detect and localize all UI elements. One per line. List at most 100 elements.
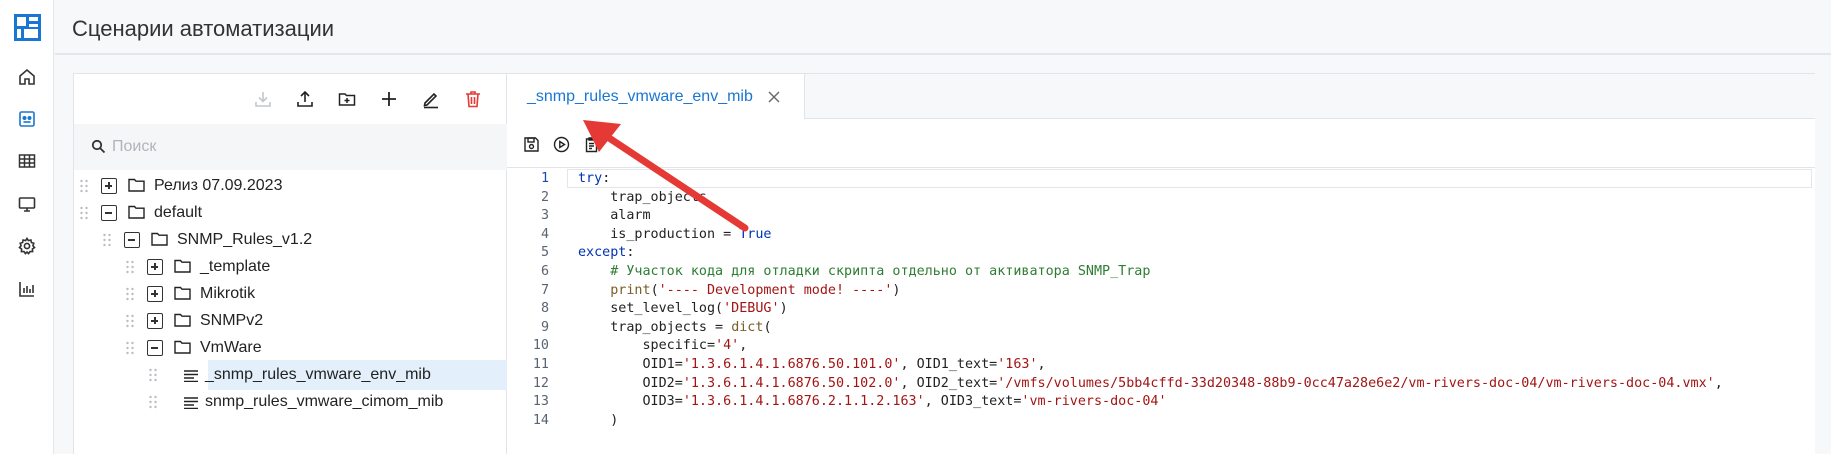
tree-item-label: snmp_rules_vmware_cimom_mib [205, 393, 444, 410]
expand-icon[interactable] [101, 178, 117, 194]
download-button[interactable] [250, 86, 276, 112]
page-header: Сценарии автоматизации [55, 0, 1831, 55]
tree-folder-item[interactable]: Релиз 07.09.2023 [74, 171, 507, 201]
folder-icon [174, 286, 191, 300]
close-icon[interactable] [767, 90, 781, 104]
drag-handle-icon[interactable] [79, 179, 89, 193]
drag-handle-icon[interactable] [148, 395, 158, 409]
delete-button[interactable] [460, 86, 486, 112]
code-text: ) [578, 412, 619, 428]
line-number: 3 [540, 208, 549, 224]
save-icon [523, 136, 539, 152]
folder-icon [128, 178, 145, 192]
run-button[interactable] [550, 133, 572, 155]
tree-folder-item[interactable]: _template [74, 252, 507, 282]
line-number: 8 [540, 301, 549, 317]
delete-icon [466, 91, 480, 108]
nav-settings[interactable] [13, 232, 41, 260]
line-number: 10 [532, 338, 549, 354]
tree-folder-item[interactable]: default [74, 198, 507, 228]
drag-handle-icon[interactable] [125, 314, 135, 328]
nav-scripts[interactable] [13, 105, 41, 133]
drag-handle-icon[interactable] [102, 233, 112, 247]
clipboard-icon [585, 136, 597, 152]
chart-icon [19, 282, 34, 297]
app-window: Сценарии автоматизации Поиск Релиз 07.09… [0, 0, 1831, 454]
file-icon [184, 369, 198, 383]
code-text: trap_objects [578, 189, 707, 205]
expand-icon[interactable] [147, 313, 163, 329]
home-icon [19, 68, 35, 85]
editor-tabbar: _snmp_rules_vmware_env_mib [507, 74, 1815, 120]
code-text: specific='4', [578, 338, 748, 354]
editor-tab-label: _snmp_rules_vmware_env_mib [527, 88, 753, 105]
tree-item-label: default [154, 204, 203, 221]
line-number: 1 [540, 171, 549, 186]
code-text: is_production = True [578, 226, 772, 242]
tree-folder-item[interactable]: SNMPv2 [74, 306, 507, 336]
line-number: 4 [540, 226, 549, 242]
tree-file-item[interactable]: _snmp_rules_vmware_env_mib [74, 360, 507, 390]
edit-button[interactable] [418, 86, 444, 112]
search-input[interactable] [112, 134, 492, 160]
collapse-icon[interactable] [147, 340, 163, 356]
side-rail [0, 0, 54, 454]
line-number: 6 [540, 264, 549, 279]
line-number: 12 [532, 375, 549, 391]
drag-handle-icon[interactable] [79, 206, 89, 220]
add-button[interactable] [376, 86, 402, 112]
table-icon [18, 154, 36, 168]
tree-item-label: _snmp_rules_vmware_env_mib [205, 366, 431, 383]
tree-item-label: _template [200, 258, 271, 275]
drag-handle-icon[interactable] [125, 287, 135, 301]
monitor-icon [18, 197, 36, 212]
editor-panel: _snmp_rules_vmware_env_mib 1 try: 2 trap_o… [507, 73, 1815, 454]
scripts-icon [19, 111, 35, 127]
collapse-icon[interactable] [124, 232, 140, 248]
tree-file-item[interactable]: snmp_rules_vmware_cimom_mib [74, 387, 507, 417]
code-line[interactable]: 14 ) [507, 411, 1815, 433]
line-number: 2 [540, 189, 549, 205]
tree-folder-item[interactable]: SNMP_Rules_v1.2 [74, 225, 507, 255]
new-folder-button[interactable] [334, 86, 360, 112]
expand-icon[interactable] [147, 259, 163, 275]
nav-home[interactable] [13, 63, 41, 91]
code-text: except: [578, 245, 635, 261]
line-number: 13 [532, 394, 549, 410]
tree-item-label: VmWare [200, 339, 262, 356]
tree-toolbar [72, 74, 506, 124]
upload-button[interactable] [292, 86, 318, 112]
drag-handle-icon[interactable] [148, 368, 158, 382]
tree-folder-item[interactable]: Mikrotik [74, 279, 507, 309]
search-icon [91, 139, 106, 154]
expand-icon[interactable] [147, 286, 163, 302]
folder-icon [174, 259, 191, 273]
edit-icon [423, 92, 438, 109]
tree-search [74, 124, 507, 170]
app-logo-icon[interactable] [14, 14, 41, 41]
code-text: OID3='1.3.6.1.4.1.6876.2.1.1.2.163', OID… [578, 394, 1167, 410]
line-number: 7 [540, 282, 549, 298]
tree-folder-item[interactable]: VmWare [74, 333, 507, 363]
line-number: 9 [540, 319, 549, 335]
page-title: Сценарии автоматизации [72, 16, 335, 41]
nav-table[interactable] [13, 147, 41, 175]
editor-tab[interactable]: _snmp_rules_vmware_env_mib [507, 74, 805, 120]
download-icon [255, 92, 271, 107]
folder-icon [151, 232, 168, 246]
nav-reports[interactable] [13, 275, 41, 303]
gear-icon [18, 237, 36, 255]
add-icon [382, 92, 396, 106]
code-text: OID1='1.3.6.1.4.1.6876.50.101.0', OID1_t… [578, 357, 1046, 372]
file-icon [184, 396, 198, 410]
drag-handle-icon[interactable] [125, 341, 135, 355]
code-editor[interactable]: 1 try: 2 trap_objects 3 alarm 4 is_productio… [507, 169, 1815, 454]
line-number: 11 [532, 357, 549, 372]
clipboard-button[interactable] [580, 133, 602, 155]
tree-item-label: SNMPv2 [200, 312, 264, 329]
save-button[interactable] [520, 133, 542, 155]
nav-monitor[interactable] [13, 190, 41, 218]
collapse-icon[interactable] [101, 205, 117, 221]
drag-handle-icon[interactable] [125, 260, 135, 274]
code-text: alarm [578, 208, 651, 224]
